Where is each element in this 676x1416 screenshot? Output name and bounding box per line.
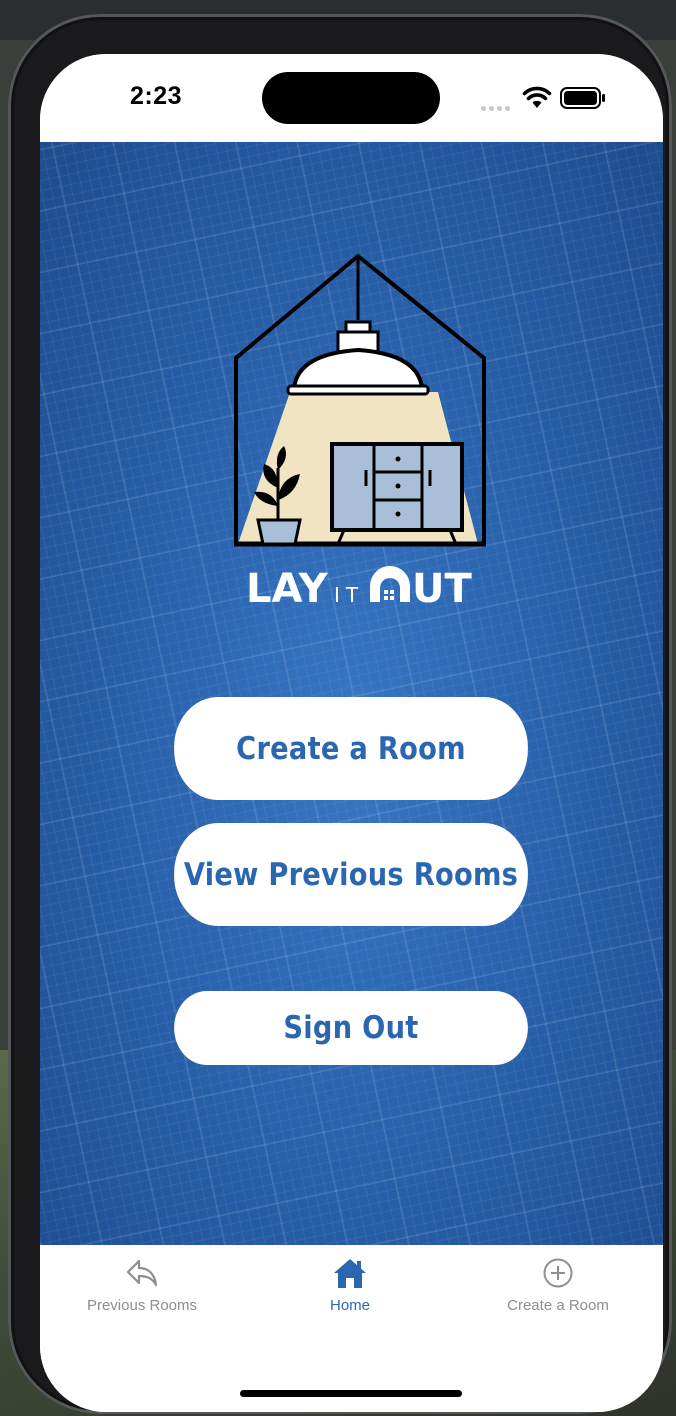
svg-text:LAY: LAY	[246, 566, 329, 612]
tab-label-home: Home	[329, 1297, 370, 1314]
home-screen: LAY IT UT Create a Room View Previous Ro…	[40, 142, 663, 1245]
view-previous-rooms-button[interactable]: View Previous Rooms	[174, 823, 528, 926]
svg-text:UT: UT	[412, 566, 472, 612]
house-icon	[334, 1259, 366, 1288]
create-room-button[interactable]: Create a Room	[174, 697, 528, 800]
status-time: 2:23	[130, 82, 183, 110]
layitout-logo: LAY IT UT	[234, 254, 486, 612]
layitout-wordmark: LAY IT UT	[246, 566, 472, 612]
battery-icon	[560, 87, 605, 109]
tab-previous-rooms[interactable]: Previous Rooms	[42, 1257, 242, 1327]
phone-frame: 2:23 LAY IT UT Create a Room View Previo…	[8, 14, 672, 1414]
tab-label-previous-rooms: Previous Rooms	[86, 1297, 198, 1314]
cabinet-icon	[330, 442, 464, 545]
wifi-icon	[522, 86, 552, 108]
tab-create-room[interactable]: Create a Room	[458, 1257, 658, 1327]
home-indicator[interactable]	[240, 1390, 462, 1397]
phone-screen: 2:23 LAY IT UT Create a Room View Previo…	[40, 54, 663, 1412]
dynamic-island	[262, 72, 440, 124]
tab-home[interactable]: Home	[250, 1257, 450, 1327]
reply-arrow-icon	[126, 1259, 158, 1287]
tab-label-create-room: Create a Room	[507, 1297, 609, 1314]
svg-text:IT: IT	[334, 583, 364, 607]
pendant-lamp-icon	[286, 320, 430, 396]
tab-bar: Previous Rooms Home Create a Room	[40, 1245, 663, 1412]
sign-out-button[interactable]: Sign Out	[174, 991, 528, 1065]
status-bar: 2:23	[40, 54, 663, 142]
plus-circle-icon	[543, 1258, 573, 1288]
cellular-signal-icon	[481, 98, 513, 111]
